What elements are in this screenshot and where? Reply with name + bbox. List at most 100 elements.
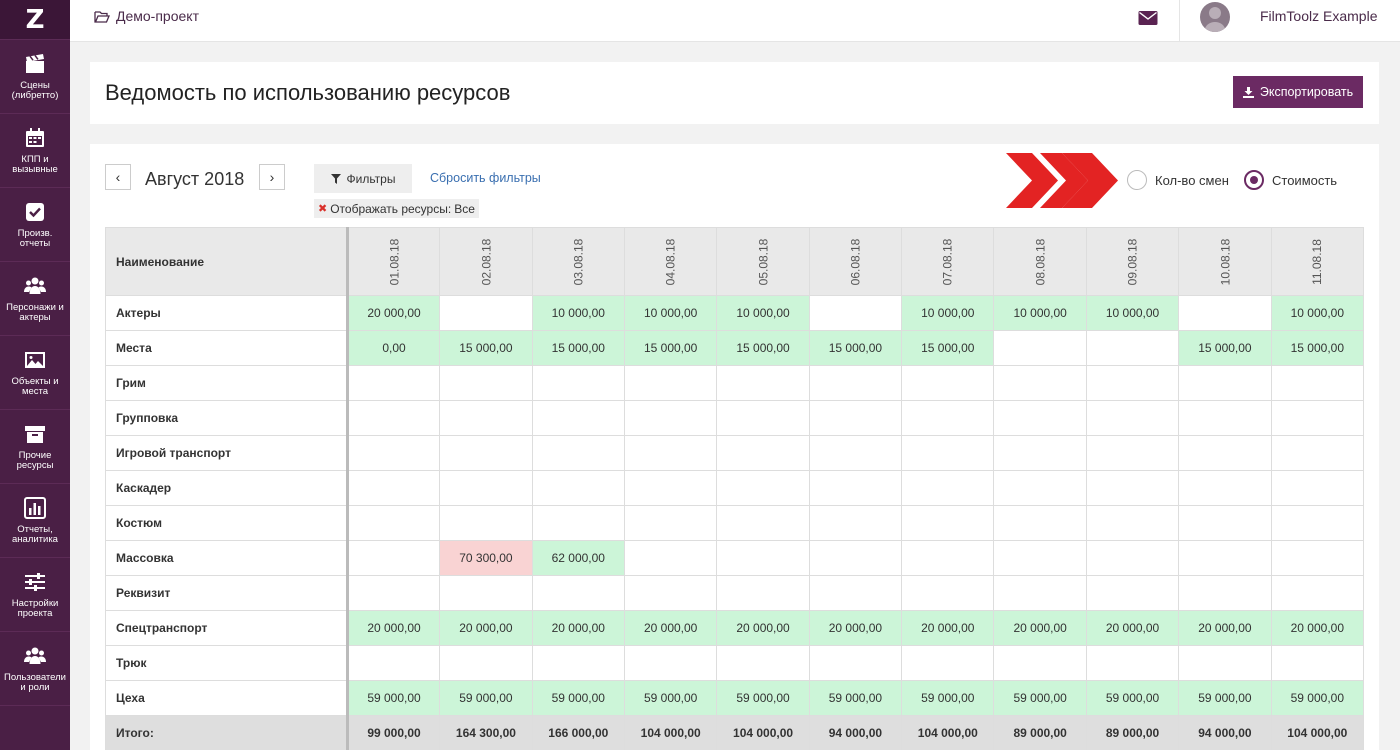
- value-cell[interactable]: [1178, 435, 1272, 471]
- filters-button[interactable]: Фильтры: [314, 164, 412, 193]
- value-cell[interactable]: [346, 365, 441, 401]
- value-cell[interactable]: 20 000,00: [901, 610, 995, 646]
- value-cell[interactable]: 15 000,00: [623, 330, 718, 366]
- value-cell[interactable]: 59 000,00: [439, 680, 533, 716]
- value-cell[interactable]: [1270, 400, 1364, 436]
- value-cell[interactable]: [531, 470, 625, 506]
- sidebar-item-4[interactable]: Объекты и места: [0, 336, 70, 410]
- value-cell[interactable]: 15 000,00: [1178, 330, 1272, 366]
- date-column-header[interactable]: 11.08.18: [1270, 227, 1364, 296]
- value-cell[interactable]: [531, 645, 625, 681]
- value-cell[interactable]: [531, 575, 625, 611]
- value-cell[interactable]: [808, 400, 903, 436]
- value-cell[interactable]: [623, 365, 718, 401]
- value-cell[interactable]: [439, 505, 533, 541]
- value-cell[interactable]: [1085, 540, 1180, 576]
- date-column-header[interactable]: 09.08.18: [1085, 227, 1180, 296]
- value-cell[interactable]: [1085, 505, 1180, 541]
- value-cell[interactable]: [1178, 505, 1272, 541]
- value-cell[interactable]: 0,00: [346, 330, 441, 366]
- value-cell[interactable]: [716, 575, 810, 611]
- value-cell[interactable]: [531, 400, 625, 436]
- value-cell[interactable]: [346, 435, 441, 471]
- value-cell[interactable]: 10 000,00: [623, 295, 718, 331]
- value-cell[interactable]: [531, 435, 625, 471]
- value-cell[interactable]: 59 000,00: [346, 680, 441, 716]
- value-cell[interactable]: [439, 435, 533, 471]
- value-cell[interactable]: [1085, 365, 1180, 401]
- sidebar-item-5[interactable]: Прочие ресурсы: [0, 410, 70, 484]
- value-cell[interactable]: [1270, 470, 1364, 506]
- sidebar-item-1[interactable]: КПП и вызывные: [0, 114, 70, 188]
- value-cell[interactable]: [1270, 540, 1364, 576]
- value-cell[interactable]: 15 000,00: [808, 330, 903, 366]
- value-cell[interactable]: [993, 435, 1087, 471]
- value-cell[interactable]: [808, 575, 903, 611]
- date-column-header[interactable]: 08.08.18: [993, 227, 1087, 296]
- value-cell[interactable]: [901, 365, 995, 401]
- value-cell[interactable]: 20 000,00: [808, 610, 903, 646]
- value-cell[interactable]: [1085, 575, 1180, 611]
- value-cell[interactable]: [716, 540, 810, 576]
- value-cell[interactable]: 59 000,00: [623, 680, 718, 716]
- value-cell[interactable]: 10 000,00: [1085, 295, 1180, 331]
- value-cell[interactable]: [439, 295, 533, 331]
- value-cell[interactable]: [531, 365, 625, 401]
- date-column-header[interactable]: 04.08.18: [623, 227, 718, 296]
- value-cell[interactable]: 20 000,00: [716, 610, 810, 646]
- date-column-header[interactable]: 06.08.18: [808, 227, 903, 296]
- value-cell[interactable]: [993, 365, 1087, 401]
- date-column-header[interactable]: 01.08.18: [346, 227, 441, 296]
- value-cell[interactable]: 59 000,00: [531, 680, 625, 716]
- value-cell[interactable]: 59 000,00: [993, 680, 1087, 716]
- value-cell[interactable]: 10 000,00: [901, 295, 995, 331]
- value-cell[interactable]: [808, 505, 903, 541]
- remove-filter-icon[interactable]: ✖: [318, 202, 327, 215]
- value-cell[interactable]: [346, 645, 441, 681]
- value-cell[interactable]: 15 000,00: [531, 330, 625, 366]
- value-cell[interactable]: [1178, 470, 1272, 506]
- value-cell[interactable]: 20 000,00: [623, 610, 718, 646]
- value-cell[interactable]: [1085, 470, 1180, 506]
- radio-cost[interactable]: Стоимость: [1244, 170, 1337, 190]
- value-cell[interactable]: [1085, 330, 1180, 366]
- date-column-header[interactable]: 10.08.18: [1178, 227, 1272, 296]
- value-cell[interactable]: [901, 470, 995, 506]
- value-cell[interactable]: 15 000,00: [716, 330, 810, 366]
- value-cell[interactable]: 10 000,00: [993, 295, 1087, 331]
- value-cell[interactable]: 20 000,00: [346, 610, 441, 646]
- value-cell[interactable]: [346, 470, 441, 506]
- value-cell[interactable]: [439, 470, 533, 506]
- resource-table-scroll[interactable]: Наименование 01.08.18 02.08.18 03.08.18 04.…: [105, 227, 1364, 750]
- value-cell[interactable]: [716, 505, 810, 541]
- value-cell[interactable]: 59 000,00: [1178, 680, 1272, 716]
- reset-filters-link[interactable]: Сбросить фильтры: [430, 171, 541, 185]
- value-cell[interactable]: 10 000,00: [531, 295, 625, 331]
- value-cell[interactable]: [346, 575, 441, 611]
- value-cell[interactable]: [623, 435, 718, 471]
- value-cell[interactable]: [808, 365, 903, 401]
- value-cell[interactable]: [623, 505, 718, 541]
- value-cell[interactable]: [901, 400, 995, 436]
- date-column-header[interactable]: 02.08.18: [439, 227, 533, 296]
- value-cell[interactable]: [716, 645, 810, 681]
- value-cell[interactable]: [439, 400, 533, 436]
- value-cell[interactable]: 59 000,00: [1270, 680, 1364, 716]
- value-cell[interactable]: [1270, 505, 1364, 541]
- value-cell[interactable]: 10 000,00: [1270, 295, 1364, 331]
- value-cell[interactable]: [716, 435, 810, 471]
- value-cell[interactable]: 20 000,00: [1178, 610, 1272, 646]
- value-cell[interactable]: 59 000,00: [808, 680, 903, 716]
- sidebar-item-2[interactable]: Произв. отчеты: [0, 188, 70, 262]
- value-cell[interactable]: 20 000,00: [1270, 610, 1364, 646]
- value-cell[interactable]: [623, 575, 718, 611]
- value-cell[interactable]: 15 000,00: [901, 330, 995, 366]
- username[interactable]: FilmToolz Example: [1260, 8, 1377, 24]
- value-cell[interactable]: 20 000,00: [531, 610, 625, 646]
- value-cell[interactable]: [901, 435, 995, 471]
- sidebar-item-8[interactable]: Пользователи и роли: [0, 632, 70, 706]
- project-link[interactable]: Демо-проект: [94, 8, 199, 24]
- value-cell[interactable]: [716, 400, 810, 436]
- value-cell[interactable]: [346, 400, 441, 436]
- value-cell[interactable]: [716, 365, 810, 401]
